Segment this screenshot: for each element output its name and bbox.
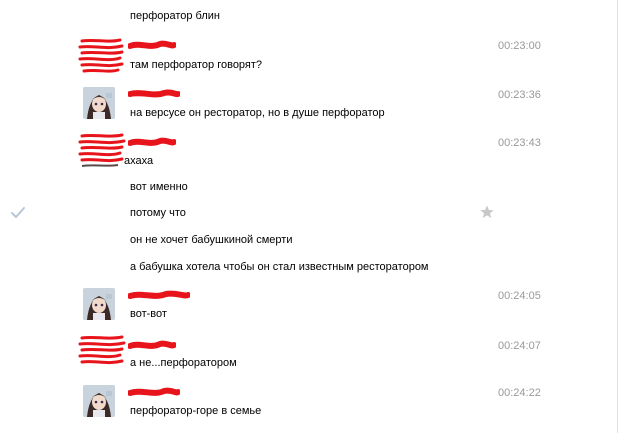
redacted-sender-name [127, 290, 191, 305]
avatar[interactable] [83, 288, 115, 320]
redacted-sender-name [127, 340, 177, 354]
message-text: вот-вот [130, 308, 167, 320]
redacted-avatar [76, 132, 128, 175]
message-text: там перфоратор говорят? [130, 59, 263, 71]
check-icon[interactable] [10, 204, 26, 220]
avatar[interactable] [83, 87, 115, 119]
avatar[interactable] [83, 385, 115, 417]
redacted-sender-name [127, 89, 181, 103]
message-timestamp[interactable]: 00:23:43 [498, 137, 548, 149]
redacted-sender-name [127, 137, 177, 152]
message-timestamp[interactable]: 00:24:22 [498, 387, 548, 399]
message-timestamp[interactable]: 00:23:00 [498, 40, 548, 52]
message-text: перфоратор блин [130, 10, 221, 22]
message-timestamp[interactable]: 00:24:07 [498, 340, 548, 352]
message-text: перфоратор-горе в семье [130, 405, 262, 417]
message-text: а бабушка хотела чтобы он стал известным… [130, 261, 429, 273]
message-timestamp[interactable]: 00:23:36 [498, 89, 548, 101]
redacted-sender-name [127, 40, 177, 54]
message-text: потому что [130, 207, 186, 219]
message-timestamp[interactable]: 00:24:05 [498, 290, 548, 302]
message-text: а не...перфоратором [130, 357, 237, 369]
message-text: на версусе он ресторатор, но в душе перф… [130, 107, 385, 119]
star-icon[interactable] [479, 204, 495, 220]
message-text: он не хочет бабушкиной смерти [130, 234, 293, 246]
redacted-avatar [76, 37, 126, 80]
redacted-sender-name [127, 387, 181, 402]
message-text: ахаха [124, 155, 154, 167]
message-text: вот именно [130, 181, 188, 193]
redacted-avatar [76, 334, 128, 377]
